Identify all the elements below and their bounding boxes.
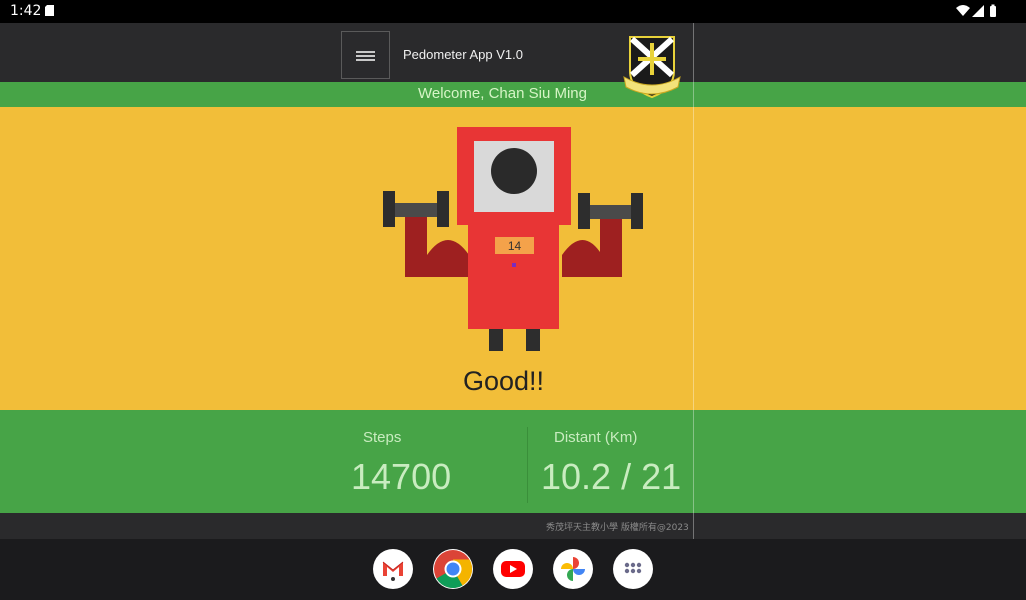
footer: 秀茂坪天主教小學 版權所有@2023 (0, 513, 1026, 539)
status-bar: 1:42 (0, 0, 1026, 23)
youtube-icon[interactable] (493, 549, 533, 589)
app-drawer-icon[interactable] (613, 549, 653, 589)
battery-icon (990, 4, 996, 17)
distance-value: 10.2 / 21 (541, 456, 682, 497)
welcome-text: Welcome, Chan Siu Ming (418, 85, 587, 102)
robot-illustration: 14 (383, 127, 643, 351)
steps-value: 14700 (351, 456, 452, 497)
robot-right-leg (526, 329, 540, 351)
menu-icon-line (356, 55, 375, 57)
robot-eye (491, 148, 537, 194)
chrome-icon[interactable] (433, 549, 473, 589)
taskbar-dock (0, 539, 1026, 600)
distance-label: Distant (Km) (554, 429, 638, 446)
steps-label: Steps (363, 429, 402, 446)
status-panel: 14 Good!! (0, 107, 1026, 410)
menu-button[interactable] (341, 31, 390, 79)
robot-dot (512, 263, 516, 267)
school-crest-icon (623, 36, 681, 99)
status-icons (956, 4, 996, 17)
welcome-bar: Welcome, Chan Siu Ming (0, 82, 1026, 107)
layout-guide-line (693, 23, 694, 539)
rating-text: Good!! (463, 366, 545, 396)
right-arm (562, 219, 622, 277)
copyright-text: 秀茂坪天主教小學 版權所有@2023 (546, 523, 689, 533)
robot-badge-number: 14 (508, 239, 522, 253)
signal-icon (972, 5, 984, 17)
sd-card-icon (45, 5, 54, 16)
app-screen: Pedometer App V1.0 Welcome, Chan Siu Min… (0, 23, 1026, 539)
menu-icon-line (356, 59, 375, 61)
robot-left-leg (489, 329, 503, 351)
status-time: 1:42 (10, 3, 42, 19)
stats-panel: Steps 14700 Distant (Km) 10.2 / 21 (0, 410, 1026, 513)
gmail-icon[interactable] (373, 549, 413, 589)
stats-divider (527, 427, 528, 503)
menu-icon (356, 51, 375, 53)
app-title: Pedometer App V1.0 (403, 47, 523, 62)
photos-icon[interactable] (553, 549, 593, 589)
app-header: Pedometer App V1.0 (0, 23, 1026, 82)
wifi-icon (956, 5, 970, 16)
